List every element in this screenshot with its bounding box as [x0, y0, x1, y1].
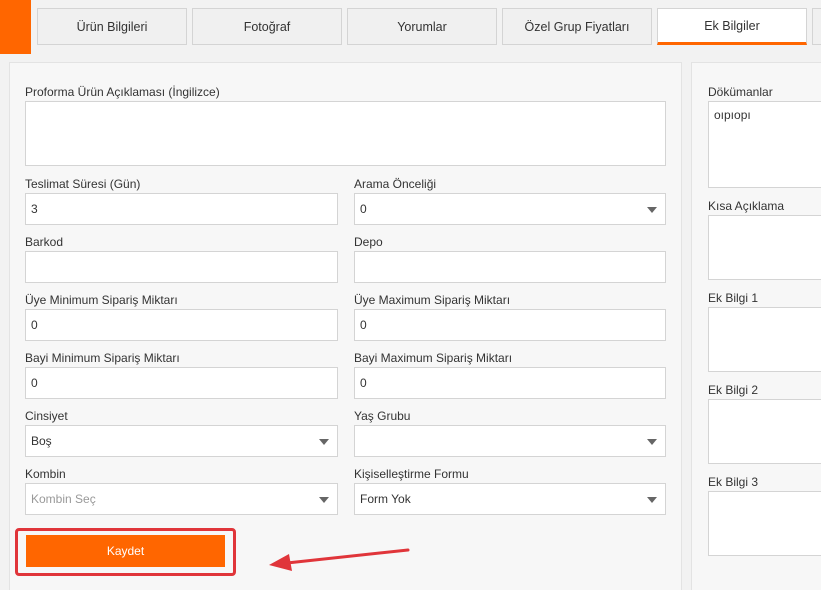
chevron-down-icon [647, 439, 657, 445]
ek-bilgi-2-textarea[interactable] [708, 399, 821, 464]
yas-label: Yaş Grubu [354, 409, 411, 423]
proforma-textarea[interactable] [25, 101, 666, 166]
arama-select-value: 0 [360, 202, 367, 216]
uye-max-label: Üye Maximum Sipariş Miktarı [354, 293, 511, 307]
tab-fotograf[interactable]: Fotoğraf [192, 8, 342, 45]
ek-bilgi-2-label: Ek Bilgi 2 [708, 383, 759, 397]
kisisel-label: Kişiselleştirme Formu [354, 467, 469, 481]
tab-urun-bilgileri[interactable]: Ürün Bilgileri [37, 8, 187, 45]
barkod-input[interactable] [25, 251, 338, 283]
uye-min-input[interactable]: 0 [25, 309, 338, 341]
save-button[interactable]: Kaydet [26, 535, 225, 567]
ek-bilgi-3-label: Ek Bilgi 3 [708, 475, 759, 489]
chevron-down-icon [319, 497, 329, 503]
dokumanlar-label: Dökümanlar [708, 85, 773, 99]
tab-ek-bilgiler[interactable]: Ek Bilgiler [657, 8, 807, 45]
chevron-down-icon [647, 207, 657, 213]
depo-input[interactable] [354, 251, 666, 283]
kombin-select-value: Kombin Seç [31, 492, 96, 506]
kisisel-select-value: Form Yok [360, 492, 411, 506]
chevron-down-icon [647, 497, 657, 503]
cinsiyet-label: Cinsiyet [25, 409, 68, 423]
kisa-aciklama-textarea[interactable] [708, 215, 821, 280]
ek-bilgi-3-textarea[interactable] [708, 491, 821, 556]
uye-min-label: Üye Minimum Sipariş Miktarı [25, 293, 178, 307]
cinsiyet-select-value: Boş [31, 434, 52, 448]
tab-ozel-grup-fiyatlari[interactable]: Özel Grup Fiyatları [502, 8, 652, 45]
arrow-annotation-icon [269, 548, 410, 571]
kombin-select[interactable]: Kombin Seç [25, 483, 338, 515]
depo-label: Depo [354, 235, 383, 249]
teslimat-input[interactable]: 3 [25, 193, 338, 225]
arama-label: Arama Önceliği [354, 177, 437, 191]
kisisel-select[interactable]: Form Yok [354, 483, 666, 515]
chevron-down-icon [319, 439, 329, 445]
proforma-label: Proforma Ürün Açıklaması (İngilizce) [25, 85, 220, 99]
tab-more[interactable] [812, 8, 821, 45]
brand-strip [0, 0, 31, 54]
dokumanlar-textarea[interactable]: oıpıopı [708, 101, 821, 188]
bayi-min-label: Bayi Minimum Sipariş Miktarı [25, 351, 180, 365]
cinsiyet-select[interactable]: Boş [25, 425, 338, 457]
tab-yorumlar[interactable]: Yorumlar [347, 8, 497, 45]
barkod-label: Barkod [25, 235, 64, 249]
teslimat-label: Teslimat Süresi (Gün) [25, 177, 141, 191]
bayi-max-input[interactable]: 0 [354, 367, 666, 399]
uye-max-input[interactable]: 0 [354, 309, 666, 341]
arama-select[interactable]: 0 [354, 193, 666, 225]
bayi-min-input[interactable]: 0 [25, 367, 338, 399]
ek-bilgi-1-textarea[interactable] [708, 307, 821, 372]
bayi-max-label: Bayi Maximum Sipariş Miktarı [354, 351, 513, 365]
kombin-label: Kombin [25, 467, 66, 481]
yas-select[interactable] [354, 425, 666, 457]
kisa-aciklama-label: Kısa Açıklama [708, 199, 785, 213]
ek-bilgi-1-label: Ek Bilgi 1 [708, 291, 759, 305]
